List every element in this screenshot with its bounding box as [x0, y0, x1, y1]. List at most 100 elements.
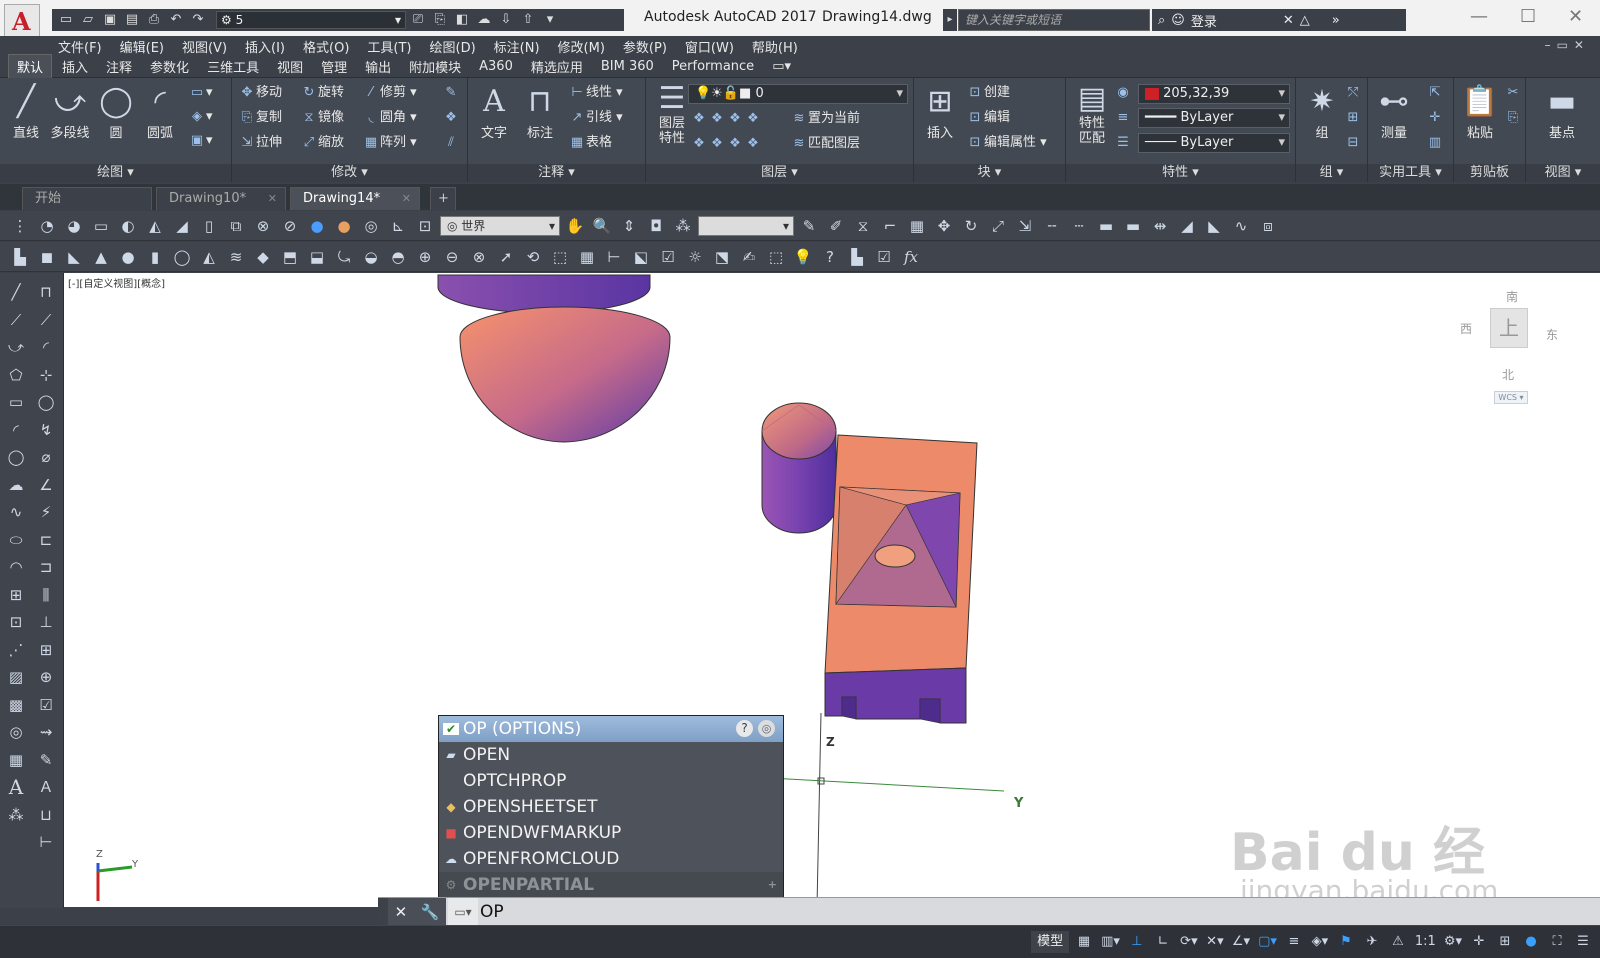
annotation-scale-icon[interactable]: ⚠: [1387, 931, 1409, 953]
dim-arc-icon[interactable]: ◜: [32, 334, 60, 362]
ribbon-toggle-icon[interactable]: ▭▾: [764, 57, 799, 76]
customize-icon[interactable]: 🔧: [421, 903, 440, 921]
handle-icon[interactable]: ⋮: [8, 215, 32, 237]
dim-edit-icon[interactable]: ✎: [32, 747, 60, 775]
infer-constraints-icon[interactable]: ⊥: [1126, 931, 1148, 953]
extrude-face-icon[interactable]: ◭: [143, 215, 167, 237]
polygon-icon[interactable]: ⬠: [2, 362, 30, 390]
table-icon[interactable]: ▦: [2, 747, 30, 775]
menu-tools[interactable]: 工具(T): [367, 37, 411, 56]
app-menu-button[interactable]: A: [4, 4, 40, 38]
line-tool[interactable]: ╱ 直线: [4, 82, 48, 141]
panel-title-utilities[interactable]: 实用工具 ▾: [1368, 164, 1453, 182]
maximize-icon[interactable]: ☐: [1520, 6, 1536, 27]
dim-break-icon[interactable]: ⊥: [32, 609, 60, 637]
panel-title-draw[interactable]: 绘图 ▾: [0, 164, 231, 182]
search-expand-icon[interactable]: ▸: [943, 9, 957, 31]
close-tab-icon[interactable]: ✕: [268, 188, 277, 210]
ungroup-icon[interactable]: ⤲: [1344, 82, 1362, 104]
panel-title-modify[interactable]: 修改 ▾: [232, 164, 467, 182]
tab-manage[interactable]: 管理: [313, 55, 355, 78]
dim-radius-icon[interactable]: ◯: [32, 389, 60, 417]
base-point-tool[interactable]: ▬ 基点: [1540, 82, 1584, 141]
surface-icon[interactable]: ◢: [170, 215, 194, 237]
color-wheel-icon[interactable]: ◉: [1114, 82, 1132, 104]
tab-a360[interactable]: A360: [471, 57, 521, 76]
group-select-icon[interactable]: ⊟: [1344, 132, 1362, 154]
shaded-icon[interactable]: ●: [305, 215, 329, 237]
add-selected-icon[interactable]: ⁂: [2, 802, 30, 830]
mirror-tool[interactable]: ⧖ 镜像: [300, 107, 344, 129]
polyline-tool[interactable]: ⤻ 多段线: [46, 82, 94, 141]
check-icon[interactable]: ☑: [872, 246, 896, 268]
cylinder-icon[interactable]: ▮: [143, 246, 167, 268]
cube-icon[interactable]: ⧈: [1256, 215, 1280, 237]
quick-dim-icon[interactable]: ⚡: [32, 499, 60, 527]
rotate3d-icon[interactable]: ↻: [959, 215, 983, 237]
tab-insert[interactable]: 插入: [54, 55, 96, 78]
wireframe-icon[interactable]: ⊗: [251, 215, 275, 237]
scale3d-icon[interactable]: ⤢: [986, 215, 1010, 237]
union-icon[interactable]: ⊕: [413, 246, 437, 268]
layer-dropdown[interactable]: 💡☀🔓■ 0: [688, 84, 908, 104]
separate-icon[interactable]: ⬚: [764, 246, 788, 268]
set-current-layer-tool[interactable]: ≋ 置为当前: [790, 108, 860, 130]
doc-window-controls[interactable]: –▭✕: [1545, 38, 1590, 52]
line-icon[interactable]: ╱: [2, 279, 30, 307]
copy-clip-icon[interactable]: ⎘: [1504, 107, 1522, 129]
walk-icon[interactable]: ⇕: [617, 215, 641, 237]
align-icon[interactable]: ⇹: [1148, 215, 1172, 237]
menu-file[interactable]: 文件(F): [58, 37, 102, 56]
menu-view[interactable]: 视图(V): [182, 37, 227, 56]
autocomplete-item[interactable]: ⚙ OPENPARTIAL +: [439, 872, 783, 898]
union-view-icon[interactable]: ⧉: [224, 215, 248, 237]
viewcube-west[interactable]: 西: [1460, 320, 1472, 337]
loft-icon[interactable]: ◓: [386, 246, 410, 268]
fillet-edge-icon[interactable]: ◣: [1202, 215, 1226, 237]
leader-tool[interactable]: ↗ 引线 ▾: [568, 107, 623, 129]
panel-title-layers[interactable]: 图层 ▾: [646, 164, 913, 182]
ellipse-arc-icon[interactable]: ◠: [2, 554, 30, 582]
minimize-icon[interactable]: —: [1470, 6, 1488, 27]
arc-icon[interactable]: ◜: [2, 417, 30, 445]
dim-diameter-icon[interactable]: ⌀: [32, 444, 60, 472]
edit-attribute-tool[interactable]: ⊡ 编辑属性 ▾: [966, 132, 1047, 154]
annotation-visibility-icon[interactable]: ⚑: [1335, 931, 1357, 953]
layer-tools-row1[interactable]: ❖ ❖ ❖ ❖: [690, 108, 762, 130]
hatch-icon[interactable]: ▨: [2, 664, 30, 692]
object-snap-icon[interactable]: ▢▾: [1256, 931, 1279, 953]
dim-aligned-icon[interactable]: ⟋: [32, 307, 60, 335]
helix-icon[interactable]: ≋: [224, 246, 248, 268]
export-icon[interactable]: ⇧: [518, 11, 538, 29]
section-plane-icon[interactable]: ▭: [89, 215, 113, 237]
array-tool[interactable]: ▦ 阵列 ▾: [362, 132, 417, 154]
panel-title-properties[interactable]: 特性 ▾: [1066, 164, 1295, 182]
tab-bim360[interactable]: BIM 360: [593, 57, 662, 76]
workspace-select[interactable]: ⚙ 5: [216, 11, 406, 29]
zoom-icon[interactable]: 🔍: [590, 215, 614, 237]
edit-edges-icon[interactable]: ⬔: [710, 246, 734, 268]
redo-icon[interactable]: ↷: [188, 11, 208, 29]
spline-icon[interactable]: ∿: [1229, 215, 1253, 237]
free-orbit-icon[interactable]: ◕: [62, 215, 86, 237]
array-3d-icon[interactable]: ▦: [575, 246, 599, 268]
insert-block-tool[interactable]: ⊞ 插入: [918, 82, 962, 141]
tab-view[interactable]: 视图: [269, 55, 311, 78]
mtext-icon[interactable]: A: [2, 774, 30, 802]
new-file-icon[interactable]: ▭: [56, 11, 76, 29]
dim-space-icon[interactable]: ⫼: [32, 582, 60, 610]
print-icon[interactable]: ⎙: [144, 11, 164, 29]
pan-icon[interactable]: ✋: [563, 215, 587, 237]
model-space-toggle[interactable]: 模型: [1031, 931, 1070, 953]
hidden-icon[interactable]: ⊘: [278, 215, 302, 237]
qat-dropdown-icon[interactable]: ▾: [540, 11, 560, 29]
plot-icon[interactable]: ⎚: [408, 11, 428, 29]
menu-modify[interactable]: 修改(M): [558, 37, 605, 56]
pyramid-icon[interactable]: ◭: [197, 246, 221, 268]
circle-tool[interactable]: ◯ 圆: [94, 82, 138, 141]
autocomplete-item[interactable]: ✔ OP (OPTIONS) ? ◎: [439, 716, 783, 742]
cylinder-solid[interactable]: [761, 402, 837, 534]
help-icon[interactable]: ?: [736, 720, 753, 737]
box-edit2-icon[interactable]: ▬: [1121, 215, 1145, 237]
color-dropdown[interactable]: 205,32,39: [1138, 84, 1290, 104]
